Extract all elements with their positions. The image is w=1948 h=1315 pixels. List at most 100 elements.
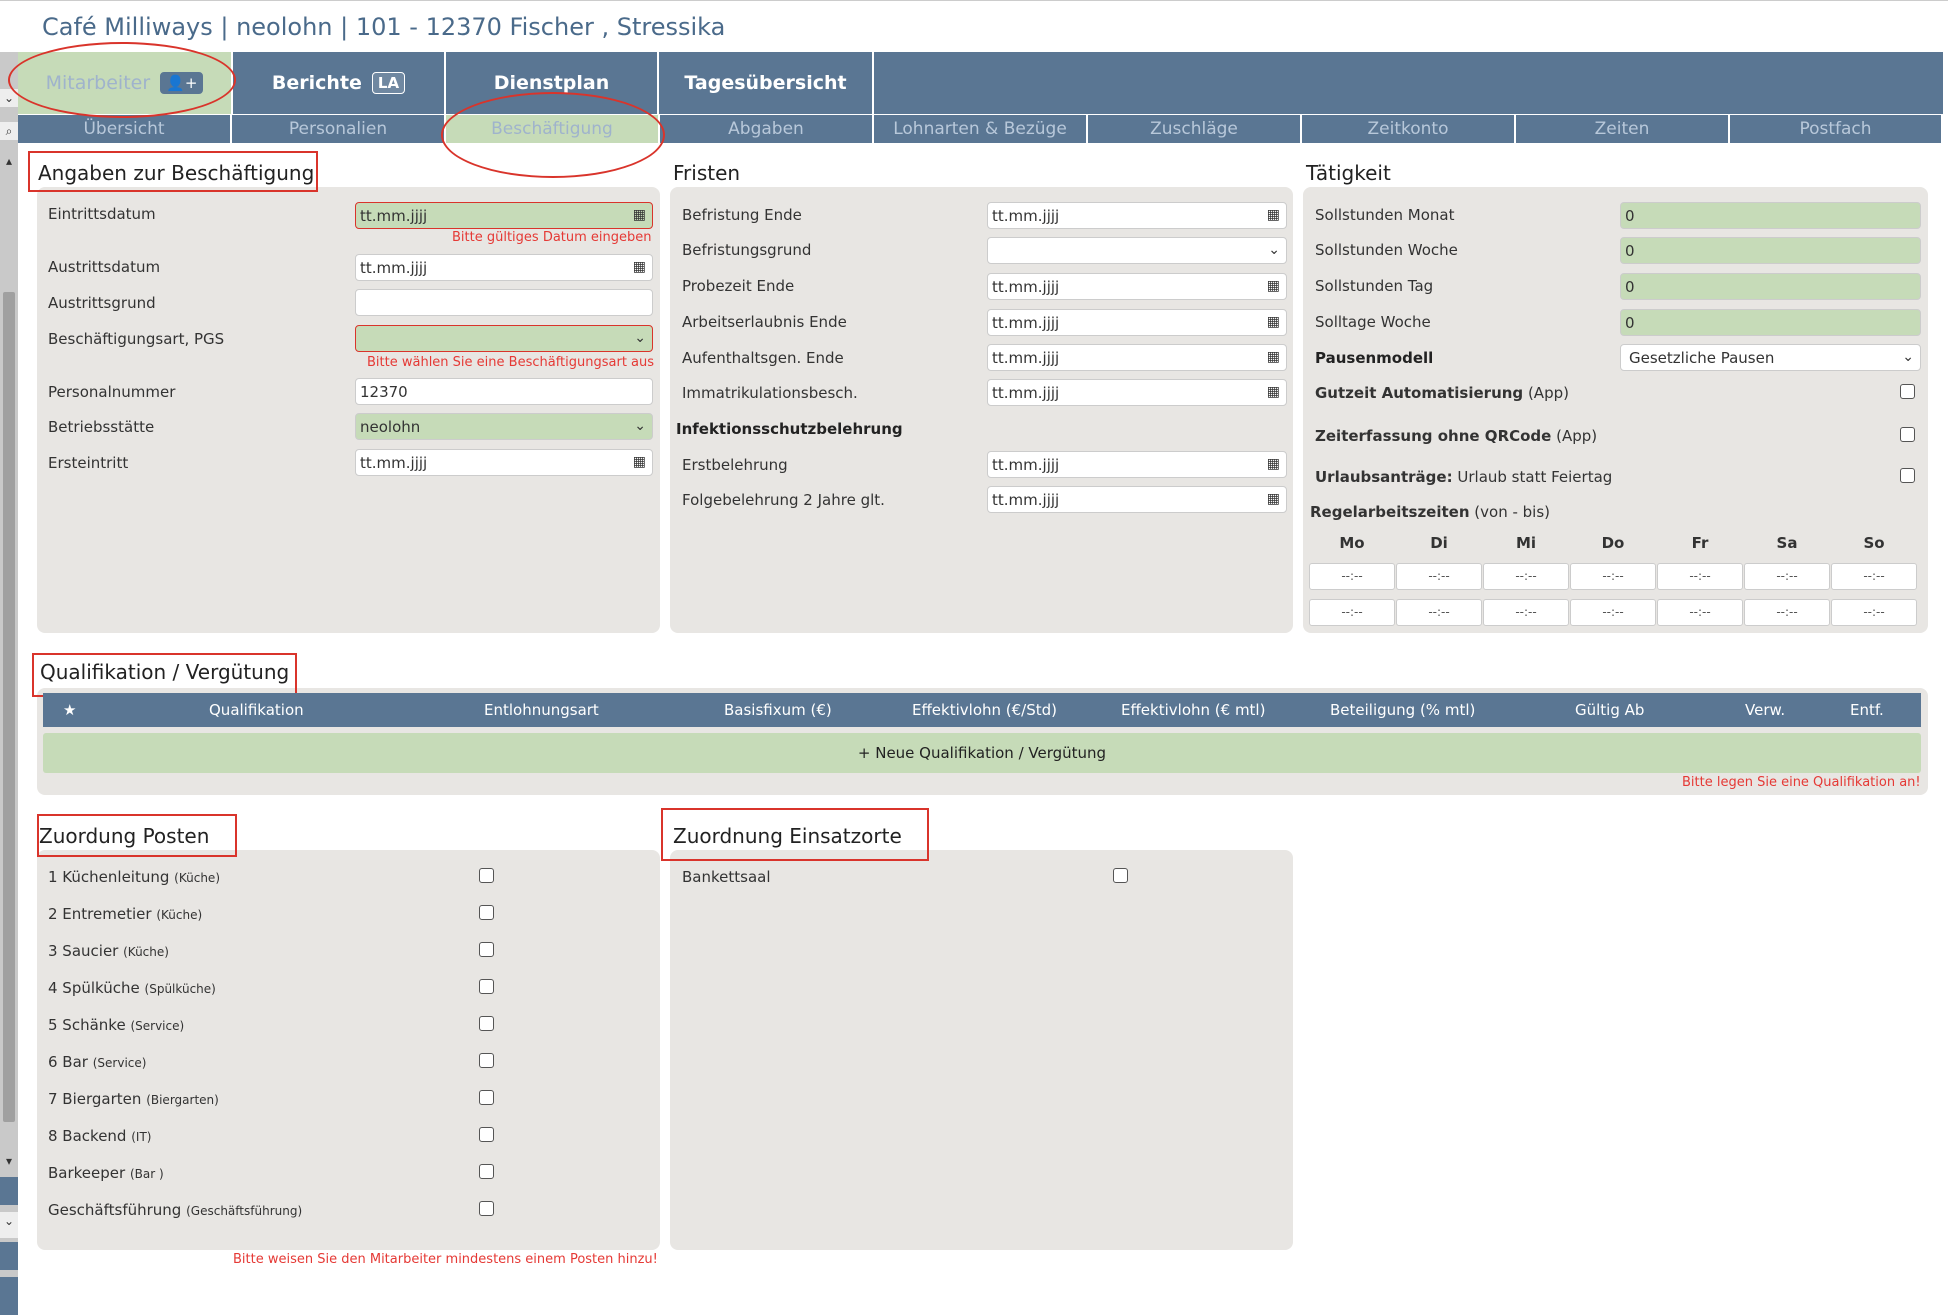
time-input[interactable]: --:-- <box>1657 563 1743 590</box>
subtab-zuschlaege[interactable]: Zuschläge <box>1088 115 1302 143</box>
probezeit-label: Probezeit Ende <box>682 277 795 295</box>
erstbelehrung-date-input[interactable]: tt.mm.jjjj ▦ <box>987 451 1287 478</box>
posten-label: 6 Bar (Service) <box>48 1053 146 1071</box>
search-icon[interactable]: ⌕ <box>0 122 18 140</box>
time-input[interactable]: --:-- <box>1309 563 1395 590</box>
folgebelehrung-date-input[interactable]: tt.mm.jjjj ▦ <box>987 486 1287 513</box>
posten-checkbox[interactable] <box>479 1201 494 1216</box>
time-input[interactable]: --:-- <box>1396 563 1482 590</box>
betrieb-label: Betriebsstätte <box>48 418 155 436</box>
zeiterfassung-label: Zeiterfassung ohne QRCode (App) <box>1315 427 1597 445</box>
annotation-oval <box>441 92 665 178</box>
beschaeftigungsart-select[interactable]: ⌄ <box>355 325 653 352</box>
subtab-postfach[interactable]: Postfach <box>1730 115 1943 143</box>
input-value: tt.mm.jjjj <box>992 207 1060 225</box>
arbeitserlaubnis-date-input[interactable]: tt.mm.jjjj ▦ <box>987 309 1287 336</box>
posten-name: Geschäftsführung <box>48 1201 182 1219</box>
subtab-zeitkonto[interactable]: Zeitkonto <box>1302 115 1516 143</box>
time-input[interactable]: --:-- <box>1744 599 1830 626</box>
austritt-date-input[interactable]: tt.mm.jjjj ▦ <box>355 254 653 281</box>
chevron-down-icon[interactable]: ⌄ <box>0 1212 18 1238</box>
time-input[interactable]: --:-- <box>1483 563 1569 590</box>
day-header: Do <box>1601 534 1625 552</box>
col-header: Qualifikation <box>209 701 304 719</box>
time-input[interactable]: --:-- <box>1657 599 1743 626</box>
posten-checkbox[interactable] <box>479 868 494 883</box>
urlaub-checkbox[interactable] <box>1900 468 1915 483</box>
col-header: Beteiligung (% mtl) <box>1330 701 1476 719</box>
scroll-down-icon[interactable]: ▾ <box>0 1152 18 1170</box>
soll-tag-input[interactable]: 0 <box>1620 273 1921 300</box>
immatrikulation-date-input[interactable]: tt.mm.jjjj ▦ <box>987 379 1287 406</box>
probezeit-date-input[interactable]: tt.mm.jjjj ▦ <box>987 273 1287 300</box>
posten-checkbox[interactable] <box>479 1164 494 1179</box>
calendar-icon: ▦ <box>632 454 646 470</box>
scrollbar-thumb[interactable] <box>3 292 15 1122</box>
chevron-down-icon: ⌄ <box>1268 242 1280 258</box>
personalnummer-input[interactable]: 12370 <box>355 378 653 405</box>
betriebsstaette-select[interactable]: neolohn ⌄ <box>355 413 653 440</box>
soll-monat-label: Sollstunden Monat <box>1315 206 1455 224</box>
soll-woche-input[interactable]: 0 <box>1620 237 1921 264</box>
tab-berichte[interactable]: Berichte LA <box>233 52 446 114</box>
time-input[interactable]: --:-- <box>1396 599 1482 626</box>
annotation-box <box>37 814 237 857</box>
posten-checkbox[interactable] <box>479 1127 494 1142</box>
subtab-uebersicht[interactable]: Übersicht <box>18 115 232 143</box>
befristung-date-input[interactable]: tt.mm.jjjj ▦ <box>987 202 1287 229</box>
chevron-down-icon: ⌄ <box>1902 349 1914 365</box>
tab-tagesuebersicht[interactable]: Tagesübersicht <box>659 52 874 114</box>
input-value: tt.mm.jjjj <box>992 349 1060 367</box>
solltage-input[interactable]: 0 <box>1620 309 1921 336</box>
arbeitserlaubnis-label: Arbeitserlaubnis Ende <box>682 313 847 331</box>
posten-checkbox[interactable] <box>479 1053 494 1068</box>
eintritt-date-input[interactable]: tt.mm.jjjj ▦ <box>355 202 653 229</box>
folgebelehrung-label: Folgebelehrung 2 Jahre glt. <box>682 491 885 509</box>
time-input[interactable]: --:-- <box>1483 599 1569 626</box>
label-bold: Zeiterfassung ohne QRCode <box>1315 427 1552 445</box>
pausen-label: Pausenmodell <box>1315 349 1434 367</box>
urlaub-label: Urlaubsanträge: Urlaub statt Feiertag <box>1315 468 1612 486</box>
einsatzort-label: Bankettsaal <box>682 868 771 886</box>
time-input[interactable]: --:-- <box>1831 599 1917 626</box>
posten-name: 7 Biergarten <box>48 1090 142 1108</box>
ersteintritt-date-input[interactable]: tt.mm.jjjj ▦ <box>355 449 653 476</box>
subtab-abgaben[interactable]: Abgaben <box>660 115 874 143</box>
section-heading: Tätigkeit <box>1306 161 1391 185</box>
time-input[interactable]: --:-- <box>1570 563 1656 590</box>
tab-badge: LA <box>371 72 406 94</box>
zeiterfassung-checkbox[interactable] <box>1900 427 1915 442</box>
subtab-zeiten[interactable]: Zeiten <box>1516 115 1730 143</box>
posten-checkbox[interactable] <box>479 979 494 994</box>
posten-checkbox[interactable] <box>479 1016 494 1031</box>
posten-name: 4 Spülküche <box>48 979 140 997</box>
time-input[interactable]: --:-- <box>1309 599 1395 626</box>
annotation-box <box>661 808 929 861</box>
posten-category: (Geschäftsführung) <box>186 1204 303 1218</box>
calendar-icon: ▦ <box>1266 314 1280 330</box>
pausenmodell-select[interactable]: Gesetzliche Pausen ⌄ <box>1620 344 1921 371</box>
subtab-lohnarten[interactable]: Lohnarten & Bezüge <box>874 115 1088 143</box>
main-nav: Mitarbeiter 👤+ Berichte LA Dienstplan Ta… <box>18 52 1943 114</box>
befristungsgrund-select[interactable]: ⌄ <box>987 237 1287 264</box>
aufenthalt-date-input[interactable]: tt.mm.jjjj ▦ <box>987 344 1287 371</box>
scroll-up-icon[interactable]: ▴ <box>0 152 18 170</box>
soll-monat-input[interactable]: 0 <box>1620 202 1921 229</box>
subtab-personalien[interactable]: Personalien <box>232 115 446 143</box>
austrittsgrund-input[interactable] <box>355 289 653 316</box>
time-input[interactable]: --:-- <box>1744 563 1830 590</box>
posten-checkbox[interactable] <box>479 905 494 920</box>
time-input[interactable]: --:-- <box>1831 563 1917 590</box>
gutzeit-checkbox[interactable] <box>1900 384 1915 399</box>
time-input[interactable]: --:-- <box>1570 599 1656 626</box>
input-value: tt.mm.jjjj <box>360 259 428 277</box>
einsatzort-checkbox[interactable] <box>1113 868 1128 883</box>
immatrikulation-label: Immatrikulationsbesch. <box>682 384 858 402</box>
page-title: Café Milliways | neolohn | 101 - 12370 F… <box>42 13 726 41</box>
star-icon[interactable]: ★ <box>63 693 76 727</box>
tab-label: Berichte <box>271 72 362 94</box>
posten-checkbox[interactable] <box>479 942 494 957</box>
posten-checkbox[interactable] <box>479 1090 494 1105</box>
new-qualifikation-button[interactable]: + Neue Qualifikation / Vergütung <box>43 733 1921 773</box>
input-value: neolohn <box>360 418 421 436</box>
